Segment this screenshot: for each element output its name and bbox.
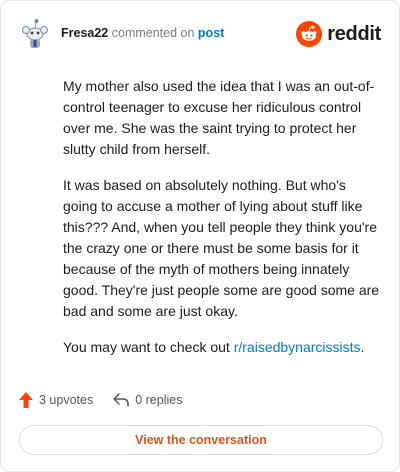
action-text: commented on <box>111 26 195 40</box>
snoo-avatar-icon[interactable] <box>19 17 51 51</box>
reddit-logo[interactable]: reddit <box>296 20 381 48</box>
upvotes-count: 3 upvotes <box>39 393 94 407</box>
view-conversation-button[interactable]: View the conversation <box>19 425 383 455</box>
comment-embed-card: Fresa22 commented on post reddit My moth… <box>0 0 400 472</box>
brand-name: reddit <box>327 22 381 45</box>
comment-meta: Fresa22 commented on post <box>61 26 224 40</box>
paragraph-3-suffix: . <box>360 339 365 355</box>
upvotes-button[interactable]: 3 upvotes <box>19 392 93 408</box>
paragraph-3-prefix: You may want to check out <box>63 339 234 355</box>
replies-button[interactable]: 0 replies <box>113 393 182 407</box>
comment-body: My mother also used the idea that I was … <box>63 76 383 373</box>
author-name[interactable]: Fresa22 <box>61 26 108 40</box>
subreddit-link[interactable]: r/raisedbynarcissists <box>234 339 361 355</box>
comment-paragraph-2: It was based on absolutely nothing. But … <box>63 177 380 319</box>
reddit-logo-icon <box>296 21 323 47</box>
comment-paragraph-3: You may want to check out r/raisedbynarc… <box>63 337 383 358</box>
reply-arrow-icon <box>113 393 129 407</box>
comment-paragraph-1: My mother also used the idea that I was … <box>63 78 375 157</box>
comment-actions: 3 upvotes 0 replies <box>19 390 182 410</box>
comment-header: Fresa22 commented on post reddit <box>19 17 381 51</box>
post-link[interactable]: post <box>198 26 224 40</box>
replies-count: 0 replies <box>135 393 183 407</box>
upvote-arrow-icon <box>19 392 33 408</box>
